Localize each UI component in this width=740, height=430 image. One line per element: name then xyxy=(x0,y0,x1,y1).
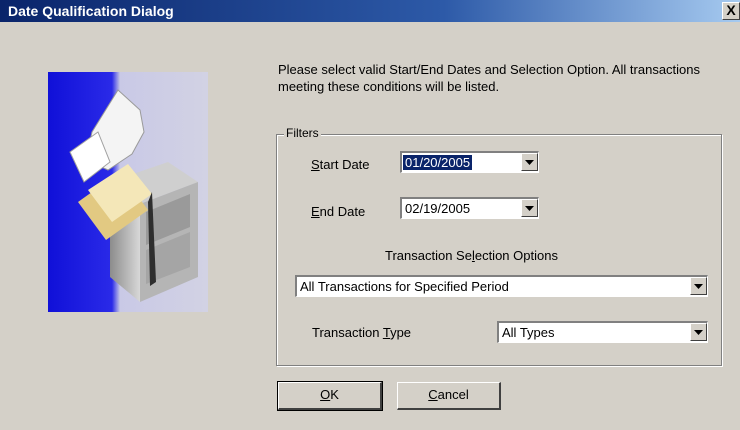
ok-button-mnemonic: O xyxy=(320,387,331,402)
transaction-type-label-mnemonic: T xyxy=(382,325,391,340)
cancel-button-label-rest: ancel xyxy=(437,387,469,402)
start-date-value: 01/20/2005 xyxy=(403,155,473,170)
close-icon[interactable]: X xyxy=(722,2,740,20)
dropdown-arrow-icon xyxy=(525,160,534,165)
selection-options-select[interactable]: All Transactions for Specified Period xyxy=(295,275,708,297)
selection-options-dropdown-button[interactable] xyxy=(690,277,707,295)
dropdown-arrow-icon xyxy=(694,330,703,335)
start-date-dropdown-button[interactable] xyxy=(521,153,538,171)
selection-options-label: Transaction Selection Options xyxy=(385,248,558,263)
date-qualification-dialog: Date Qualification Dialog X Please selec… xyxy=(0,0,740,430)
end-date-label-mnemonic: E xyxy=(311,204,320,219)
transaction-type-label: Transaction Type xyxy=(312,325,411,340)
transaction-type-dropdown-button[interactable] xyxy=(690,323,707,341)
selection-options-label-part: Transaction Se xyxy=(385,248,472,263)
transaction-type-label-part: ype xyxy=(390,325,412,340)
instruction-text: Please select valid Start/End Dates and … xyxy=(278,62,701,94)
selection-options-label-part: ection Options xyxy=(474,248,558,263)
dropdown-arrow-icon xyxy=(694,284,703,289)
title-bar[interactable]: Date Qualification Dialog X xyxy=(0,0,740,22)
end-date-label-rest: nd Date xyxy=(319,204,366,219)
filing-cabinet-illustration xyxy=(48,72,208,312)
end-date-label: End Date xyxy=(311,204,365,219)
start-date-label: Start Date xyxy=(311,157,370,172)
end-date-dropdown-button[interactable] xyxy=(521,199,538,217)
transaction-type-value: All Types xyxy=(502,325,555,340)
transaction-type-label-part: Transaction xyxy=(312,325,383,340)
dropdown-arrow-icon xyxy=(525,206,534,211)
start-date-picker[interactable]: 01/20/2005 xyxy=(400,151,539,173)
window-title: Date Qualification Dialog xyxy=(8,3,174,19)
start-date-label-rest: tart Date xyxy=(319,157,370,172)
selection-options-value: All Transactions for Specified Period xyxy=(300,279,509,294)
filters-legend: Filters xyxy=(284,126,321,140)
cancel-button-mnemonic: C xyxy=(428,387,438,402)
end-date-picker[interactable]: 02/19/2005 xyxy=(400,197,539,219)
ok-button-label-rest: K xyxy=(330,387,339,402)
cancel-button[interactable]: Cancel xyxy=(397,382,501,410)
end-date-value: 02/19/2005 xyxy=(405,201,471,216)
ok-button[interactable]: OK xyxy=(277,381,383,411)
transaction-type-select[interactable]: All Types xyxy=(497,321,708,343)
start-date-label-mnemonic: S xyxy=(311,157,320,172)
